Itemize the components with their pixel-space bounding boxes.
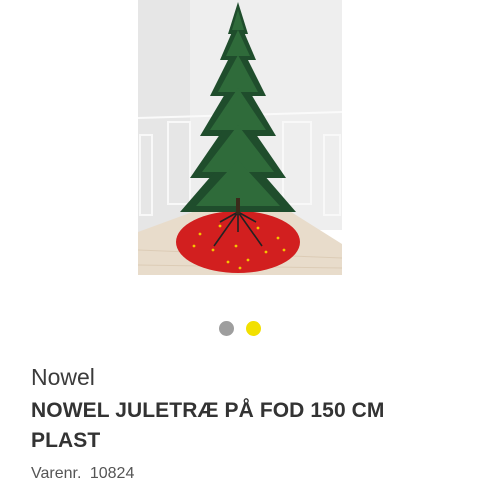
product-title: NOWEL JULETRÆ PÅ FOD 150 CM PLAST (31, 399, 385, 452)
image-carousel-pagination (0, 321, 480, 337)
sku-label: Varenr. (31, 465, 82, 482)
product-sku: Varenr. 10824 (31, 464, 134, 484)
carousel-dot-2-active[interactable] (246, 321, 261, 336)
carousel-dot-1[interactable] (219, 321, 234, 336)
product-image[interactable] (138, 0, 342, 275)
christmas-tree-illustration (138, 0, 342, 275)
product-brand: Nowel (31, 364, 95, 390)
sku-value: 10824 (89, 465, 135, 482)
